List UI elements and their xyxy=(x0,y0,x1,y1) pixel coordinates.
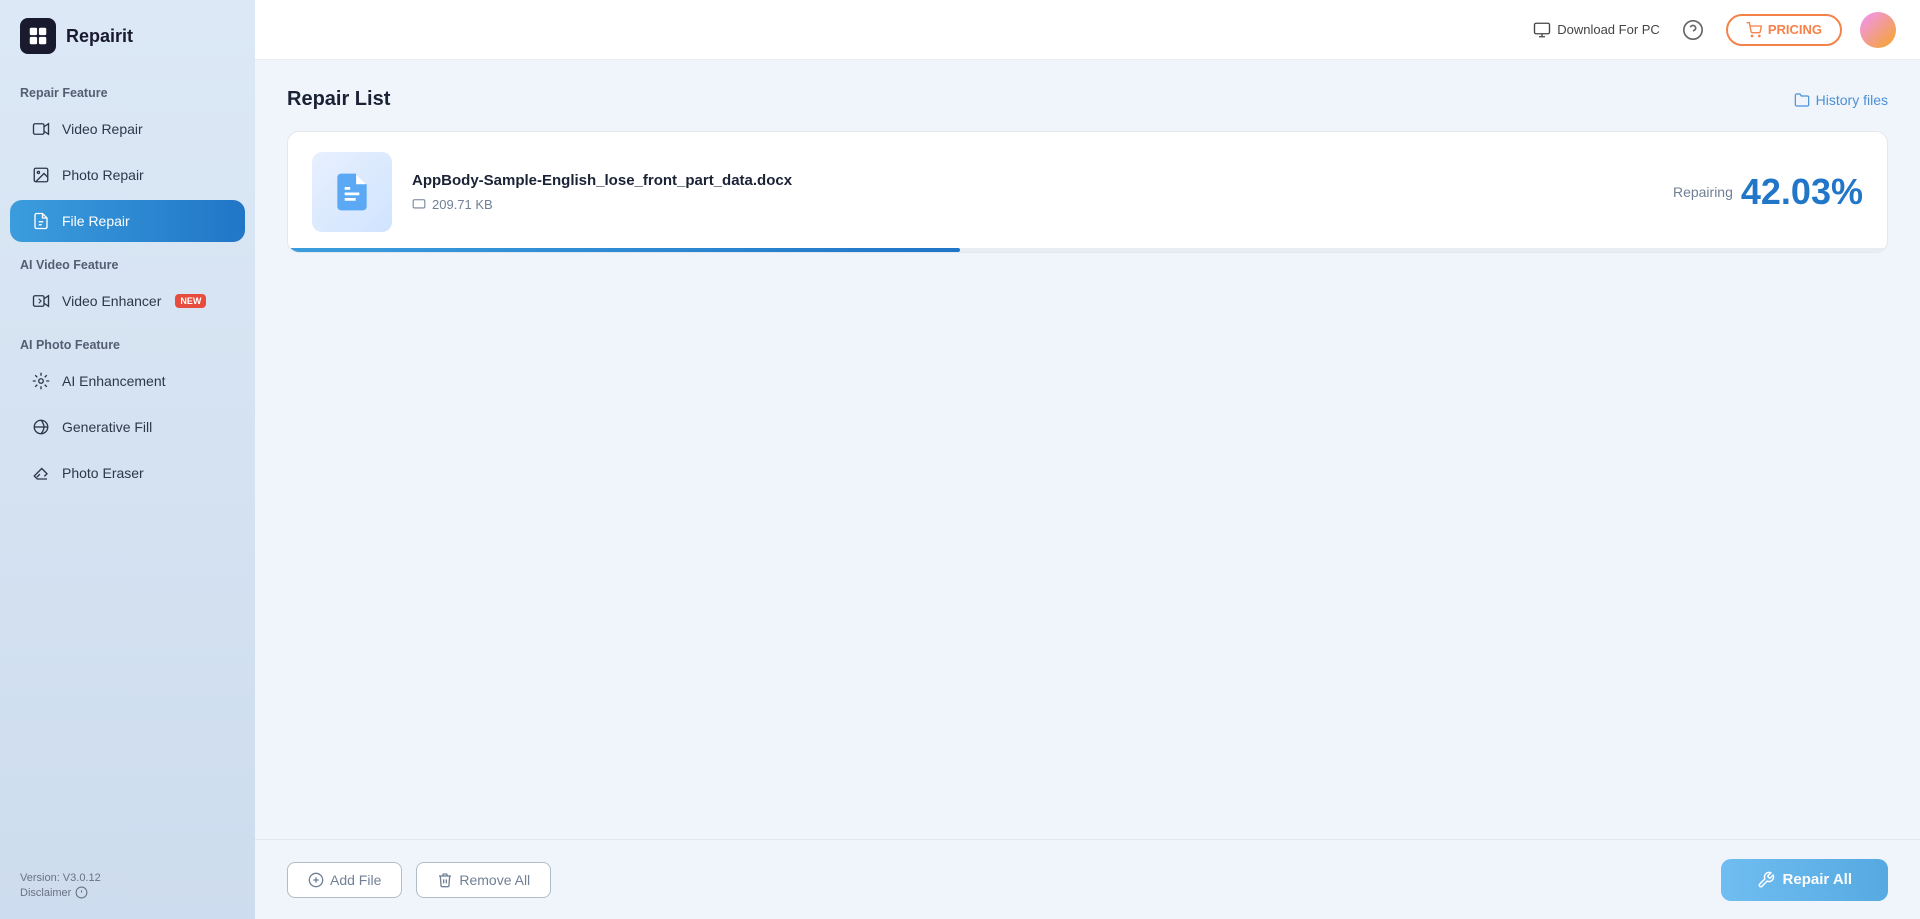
monitor-icon xyxy=(1533,21,1551,39)
pricing-button[interactable]: PRICING xyxy=(1726,14,1842,46)
remove-all-button[interactable]: Remove All xyxy=(416,862,551,898)
docx-file-icon xyxy=(330,170,374,214)
sidebar-item-file-repair[interactable]: File Repair xyxy=(10,200,245,242)
sidebar-item-label-generative-fill: Generative Fill xyxy=(62,419,152,435)
section-label-ai-photo: AI Photo Feature xyxy=(0,324,255,358)
download-label: Download For PC xyxy=(1557,22,1660,37)
file-size-row: 209.71 KB xyxy=(412,197,1653,212)
generative-fill-icon xyxy=(30,416,52,438)
user-avatar[interactable] xyxy=(1860,12,1896,48)
cart-icon xyxy=(1746,22,1762,38)
sidebar-item-label-ai-enhancement: AI Enhancement xyxy=(62,373,166,389)
sidebar: Repairit Repair Feature Video Repair Pho… xyxy=(0,0,255,919)
repair-status: Repairing 42.03% xyxy=(1673,171,1863,213)
info-icon xyxy=(75,886,88,899)
main-content: Download For PC PRICING Repair List xyxy=(255,0,1920,919)
sidebar-footer: Version: V3.0.12 Disclaimer xyxy=(20,872,101,899)
photo-eraser-icon xyxy=(30,462,52,484)
disclaimer-text: Disclaimer xyxy=(20,887,71,899)
section-label-repair: Repair Feature xyxy=(0,72,255,106)
sidebar-item-ai-enhancement[interactable]: AI Enhancement xyxy=(10,360,245,402)
file-size-icon xyxy=(412,198,426,212)
progress-bar-wrapper xyxy=(288,248,1887,252)
file-repair-icon xyxy=(30,210,52,232)
help-icon xyxy=(1682,19,1704,41)
logo-icon xyxy=(20,18,56,54)
repair-all-label: Repair All xyxy=(1783,871,1852,888)
sidebar-item-label-file-repair: File Repair xyxy=(62,213,130,229)
history-files-label: History files xyxy=(1816,92,1888,108)
ai-enhancement-icon xyxy=(30,370,52,392)
history-files-link[interactable]: History files xyxy=(1794,92,1888,108)
sidebar-item-label-photo-eraser: Photo Eraser xyxy=(62,465,144,481)
repair-all-button[interactable]: Repair All xyxy=(1721,859,1888,901)
repair-area: Repair List History files AppB xyxy=(255,60,1920,839)
video-enhancer-icon xyxy=(30,290,52,312)
file-info: AppBody-Sample-English_lose_front_part_d… xyxy=(412,172,1653,212)
photo-repair-icon xyxy=(30,164,52,186)
file-size: 209.71 KB xyxy=(432,197,493,212)
file-card: AppBody-Sample-English_lose_front_part_d… xyxy=(287,131,1888,253)
disclaimer-link[interactable]: Disclaimer xyxy=(20,886,101,899)
sidebar-item-photo-repair[interactable]: Photo Repair xyxy=(10,154,245,196)
trash-icon xyxy=(437,872,453,888)
section-label-ai-video: AI Video Feature xyxy=(0,244,255,278)
sidebar-item-generative-fill[interactable]: Generative Fill xyxy=(10,406,245,448)
file-icon-wrapper xyxy=(312,152,392,232)
sidebar-item-label-photo-repair: Photo Repair xyxy=(62,167,144,183)
sidebar-item-label-video-enhancer: Video Enhancer xyxy=(62,293,161,309)
sidebar-item-video-repair[interactable]: Video Repair xyxy=(10,108,245,150)
download-for-pc-button[interactable]: Download For PC xyxy=(1533,21,1660,39)
progress-bar-fill xyxy=(288,248,960,252)
app-logo[interactable]: Repairit xyxy=(0,0,255,72)
repair-header: Repair List History files xyxy=(287,88,1888,111)
add-icon xyxy=(308,872,324,888)
file-name: AppBody-Sample-English_lose_front_part_d… xyxy=(412,172,1653,189)
help-button[interactable] xyxy=(1678,15,1708,45)
repairing-label: Repairing xyxy=(1673,184,1733,200)
folder-icon xyxy=(1794,92,1810,108)
sidebar-item-video-enhancer[interactable]: Video Enhancer NEW xyxy=(10,280,245,322)
sidebar-item-label-video-repair: Video Repair xyxy=(62,121,143,137)
video-repair-icon xyxy=(30,118,52,140)
repair-list-title: Repair List xyxy=(287,88,390,111)
pricing-label: PRICING xyxy=(1768,22,1822,37)
remove-all-label: Remove All xyxy=(459,872,530,888)
top-header: Download For PC PRICING xyxy=(255,0,1920,60)
version-label: Version: V3.0.12 xyxy=(20,872,101,884)
add-file-button[interactable]: Add File xyxy=(287,862,402,898)
new-badge: NEW xyxy=(175,294,206,308)
bottom-left-buttons: Add File Remove All xyxy=(287,862,551,898)
repair-icon xyxy=(1757,871,1775,889)
add-file-label: Add File xyxy=(330,872,381,888)
app-name: Repairit xyxy=(66,26,133,47)
repair-percent: 42.03% xyxy=(1741,171,1863,213)
sidebar-item-photo-eraser[interactable]: Photo Eraser xyxy=(10,452,245,494)
bottom-toolbar: Add File Remove All Repair All xyxy=(255,839,1920,919)
